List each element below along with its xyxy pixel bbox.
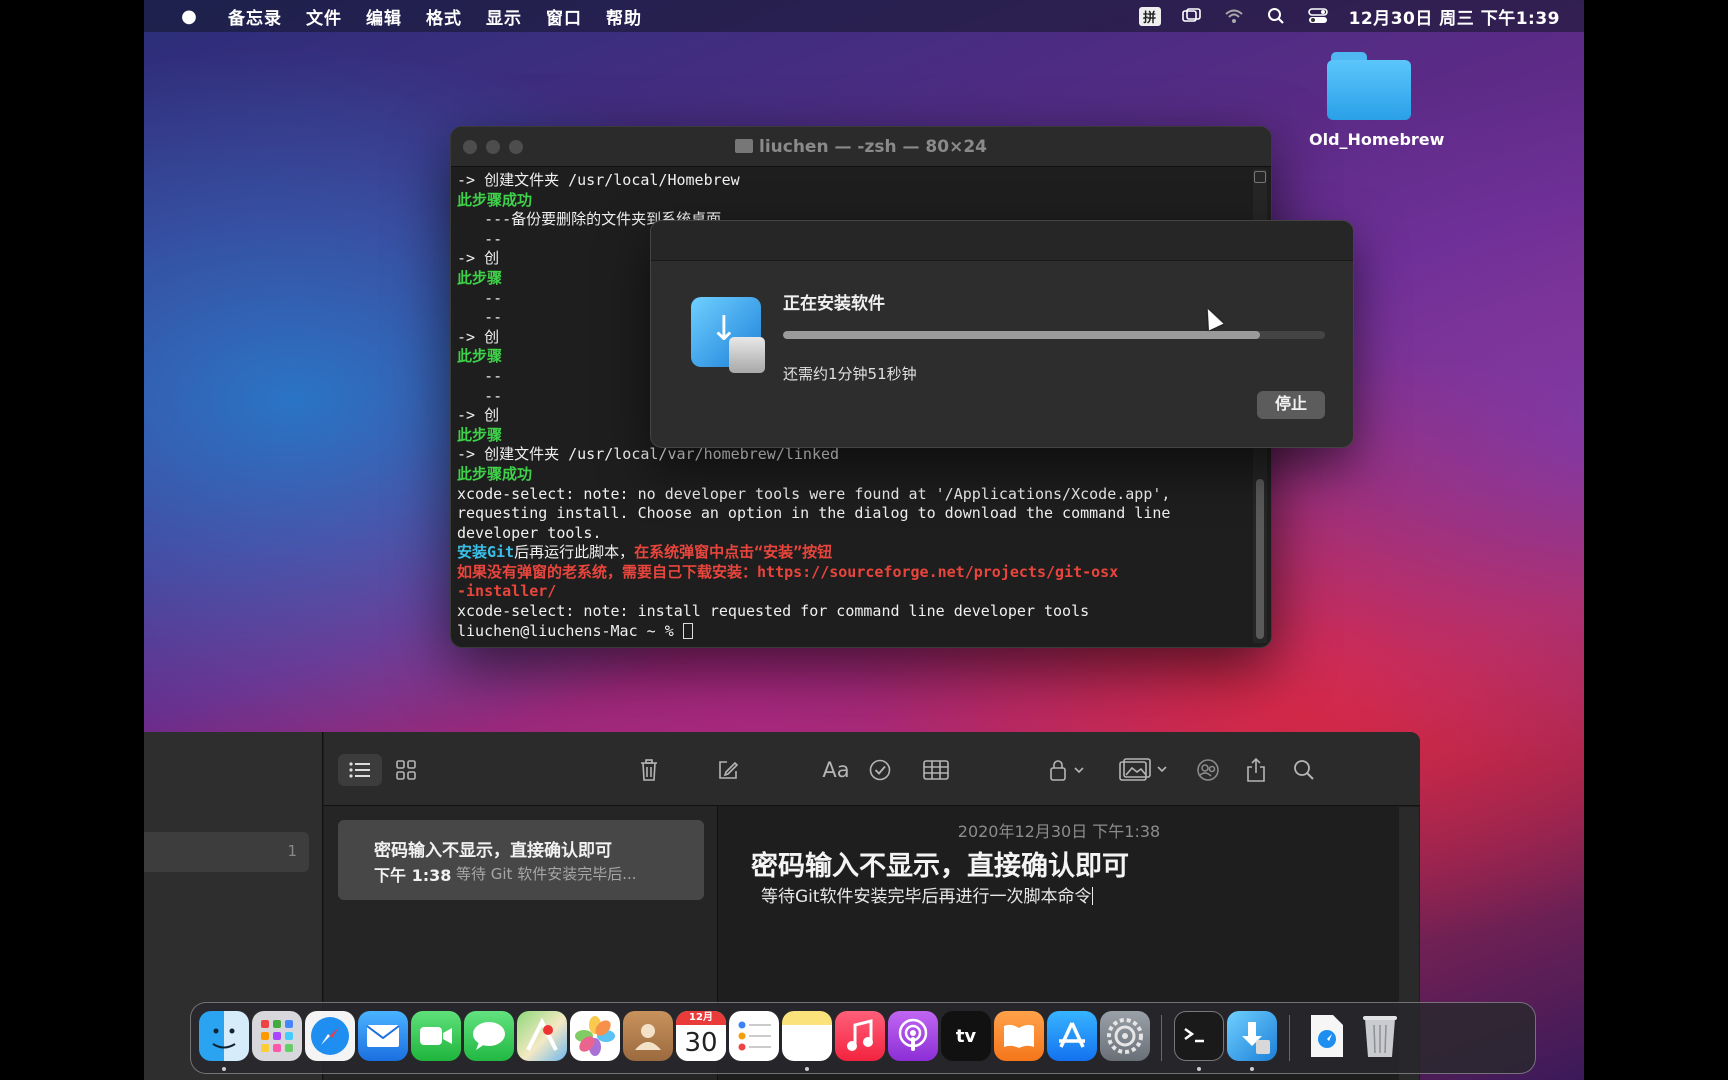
folder-icon xyxy=(735,139,753,153)
app-store-icon[interactable] xyxy=(1047,1011,1097,1061)
safari-icon[interactable] xyxy=(305,1011,355,1061)
terminal-line: -installer/ xyxy=(457,582,557,601)
calendar-icon[interactable]: 12月 30 xyxy=(676,1011,726,1061)
collaborate-icon[interactable] xyxy=(1190,754,1226,786)
mail-icon[interactable] xyxy=(358,1011,408,1061)
gallery-view-icon[interactable] xyxy=(388,754,424,786)
installer-dock-icon[interactable] xyxy=(1227,1011,1277,1061)
terminal-line: 此步骤成功 xyxy=(457,464,533,483)
menu-view[interactable]: 显示 xyxy=(486,4,522,29)
terminal-line: liuchen@liuchens-Mac ~ % xyxy=(457,622,1243,642)
lock-note-icon[interactable] xyxy=(1042,754,1092,786)
terminal-titlebar[interactable]: liuchen — -zsh — 80×24 xyxy=(451,127,1271,167)
folder-icon xyxy=(1327,52,1411,120)
list-view-icon[interactable] xyxy=(338,754,382,786)
note-list-item-preview: 等待 Git 软件安装完毕后... xyxy=(456,865,637,883)
books-icon[interactable] xyxy=(994,1011,1044,1061)
search-icon[interactable] xyxy=(1286,754,1322,786)
maps-icon[interactable] xyxy=(517,1011,567,1061)
text-caret xyxy=(1091,887,1093,905)
facetime-icon[interactable] xyxy=(411,1011,461,1061)
dock-separator xyxy=(1289,1015,1290,1061)
apple-menu-icon[interactable]: ● xyxy=(174,6,204,27)
note-heading[interactable]: 密码输入不显示，直接确认即可 xyxy=(751,844,1129,883)
installing-software-dialog: ↓ 正在安装软件 还需约1分钟51秒钟 停止 xyxy=(650,220,1354,448)
photos-icon[interactable] xyxy=(570,1011,620,1061)
control-center-icon[interactable] xyxy=(1307,7,1329,25)
screen-mirroring-icon[interactable] xyxy=(1181,7,1203,25)
wifi-icon[interactable] xyxy=(1223,7,1245,25)
folder-note-count: 1 xyxy=(287,842,297,860)
running-indicator xyxy=(1197,1067,1201,1071)
terminal-line: requesting install. Choose an option in … xyxy=(457,504,1171,523)
scroll-marker-icon xyxy=(1254,171,1266,183)
apple-tv-icon[interactable]: tv xyxy=(941,1011,991,1061)
installer-icon: ↓ xyxy=(691,297,765,373)
compose-note-icon[interactable] xyxy=(710,754,746,786)
apple-tv-label: tv xyxy=(955,1025,977,1047)
install-progress-fill xyxy=(783,331,1260,339)
terminal-title: liuchen — -zsh — 80×24 xyxy=(451,137,1271,157)
reminders-icon[interactable] xyxy=(729,1011,779,1061)
dock: 12月 30 tv xyxy=(190,1002,1536,1074)
downloads-stack-icon[interactable] xyxy=(1302,1011,1352,1061)
terminal-line: -> 创建文件夹 /usr/local/Homebrew xyxy=(457,171,740,189)
dock-separator xyxy=(1161,1015,1162,1061)
terminal-line: -> 创建文件夹 /usr/local/var/homebrew/linked xyxy=(457,445,840,464)
menu-bar: ● 备忘录 文件 编辑 格式 显示 窗口 帮助 拼 12月30日 周三 下午1:… xyxy=(144,0,1584,32)
stop-button[interactable]: 停止 xyxy=(1257,391,1325,419)
table-icon[interactable] xyxy=(916,754,956,786)
menu-help[interactable]: 帮助 xyxy=(606,4,642,29)
system-preferences-icon[interactable] xyxy=(1100,1011,1150,1061)
dialog-header xyxy=(651,221,1353,261)
notes-app-icon[interactable] xyxy=(782,1011,832,1061)
menu-format[interactable]: 格式 xyxy=(426,4,462,29)
launchpad-icon[interactable] xyxy=(252,1011,302,1061)
desktop-folder-label: Old_Homebrew xyxy=(1309,130,1445,149)
music-icon[interactable] xyxy=(835,1011,885,1061)
menu-window[interactable]: 窗口 xyxy=(546,4,582,29)
note-date: 2020年12月30日 下午1:38 xyxy=(957,822,1161,841)
dialog-title: 正在安装软件 xyxy=(783,294,885,314)
menu-bar-clock[interactable]: 12月30日 周三 下午1:39 xyxy=(1349,4,1560,29)
notes-folder-row[interactable]: 1 xyxy=(144,832,309,872)
terminal-line: 如果没有弹窗的老系统，需要自己下载安装：https://sourceforge.… xyxy=(457,562,1119,581)
scrollbar-thumb[interactable] xyxy=(1256,479,1264,639)
note-body[interactable]: 等待Git软件安装完毕后再进行一次脚本命令 xyxy=(761,882,1093,907)
format-text-icon[interactable]: Aa xyxy=(816,754,856,786)
terminal-icon[interactable] xyxy=(1174,1011,1224,1061)
install-progress-bar xyxy=(783,331,1325,339)
desktop: ● 备忘录 文件 编辑 格式 显示 窗口 帮助 拼 12月30日 周三 下午1:… xyxy=(144,0,1584,1080)
insert-media-icon[interactable] xyxy=(1114,754,1174,786)
menu-edit[interactable]: 编辑 xyxy=(366,4,402,29)
terminal-line: xcode-select: note: install requested fo… xyxy=(457,602,1090,621)
checklist-icon[interactable] xyxy=(862,754,898,786)
menu-file[interactable]: 文件 xyxy=(306,4,342,29)
running-indicator xyxy=(805,1067,809,1071)
messages-icon[interactable] xyxy=(464,1011,514,1061)
delete-note-icon[interactable] xyxy=(631,754,667,786)
terminal-cursor xyxy=(682,622,693,639)
notes-toolbar: Aa xyxy=(324,732,1420,806)
terminal-line: 此步骤成功 xyxy=(457,190,533,209)
contacts-icon[interactable] xyxy=(623,1011,673,1061)
spotlight-search-icon[interactable] xyxy=(1265,7,1287,25)
podcasts-icon[interactable] xyxy=(888,1011,938,1061)
terminal-line: developer tools. xyxy=(457,523,602,542)
share-icon[interactable] xyxy=(1238,754,1274,786)
running-indicator xyxy=(222,1067,226,1071)
finder-icon[interactable] xyxy=(199,1011,249,1061)
time-remaining-text: 还需约1分钟51秒钟 xyxy=(783,365,917,383)
terminal-line: xcode-select: note: no developer tools w… xyxy=(457,484,1171,503)
note-list-item-time: 下午 1:38 xyxy=(374,866,452,885)
note-list-item-title: 密码输入不显示，直接确认即可 xyxy=(374,841,612,861)
terminal-line: 安装Git后再运行此脚本，在系统弹窗中点击“安装”按钮 xyxy=(457,543,833,562)
trash-icon[interactable] xyxy=(1355,1011,1405,1061)
desktop-folder-old-homebrew[interactable]: Old_Homebrew xyxy=(1309,52,1445,149)
running-indicator xyxy=(1250,1067,1254,1071)
app-menu-notes[interactable]: 备忘录 xyxy=(228,4,282,29)
input-method-icon[interactable]: 拼 xyxy=(1138,6,1161,26)
note-list-item[interactable]: 密码输入不显示，直接确认即可 下午 1:38 等待 Git 软件安装完毕后... xyxy=(338,820,704,900)
